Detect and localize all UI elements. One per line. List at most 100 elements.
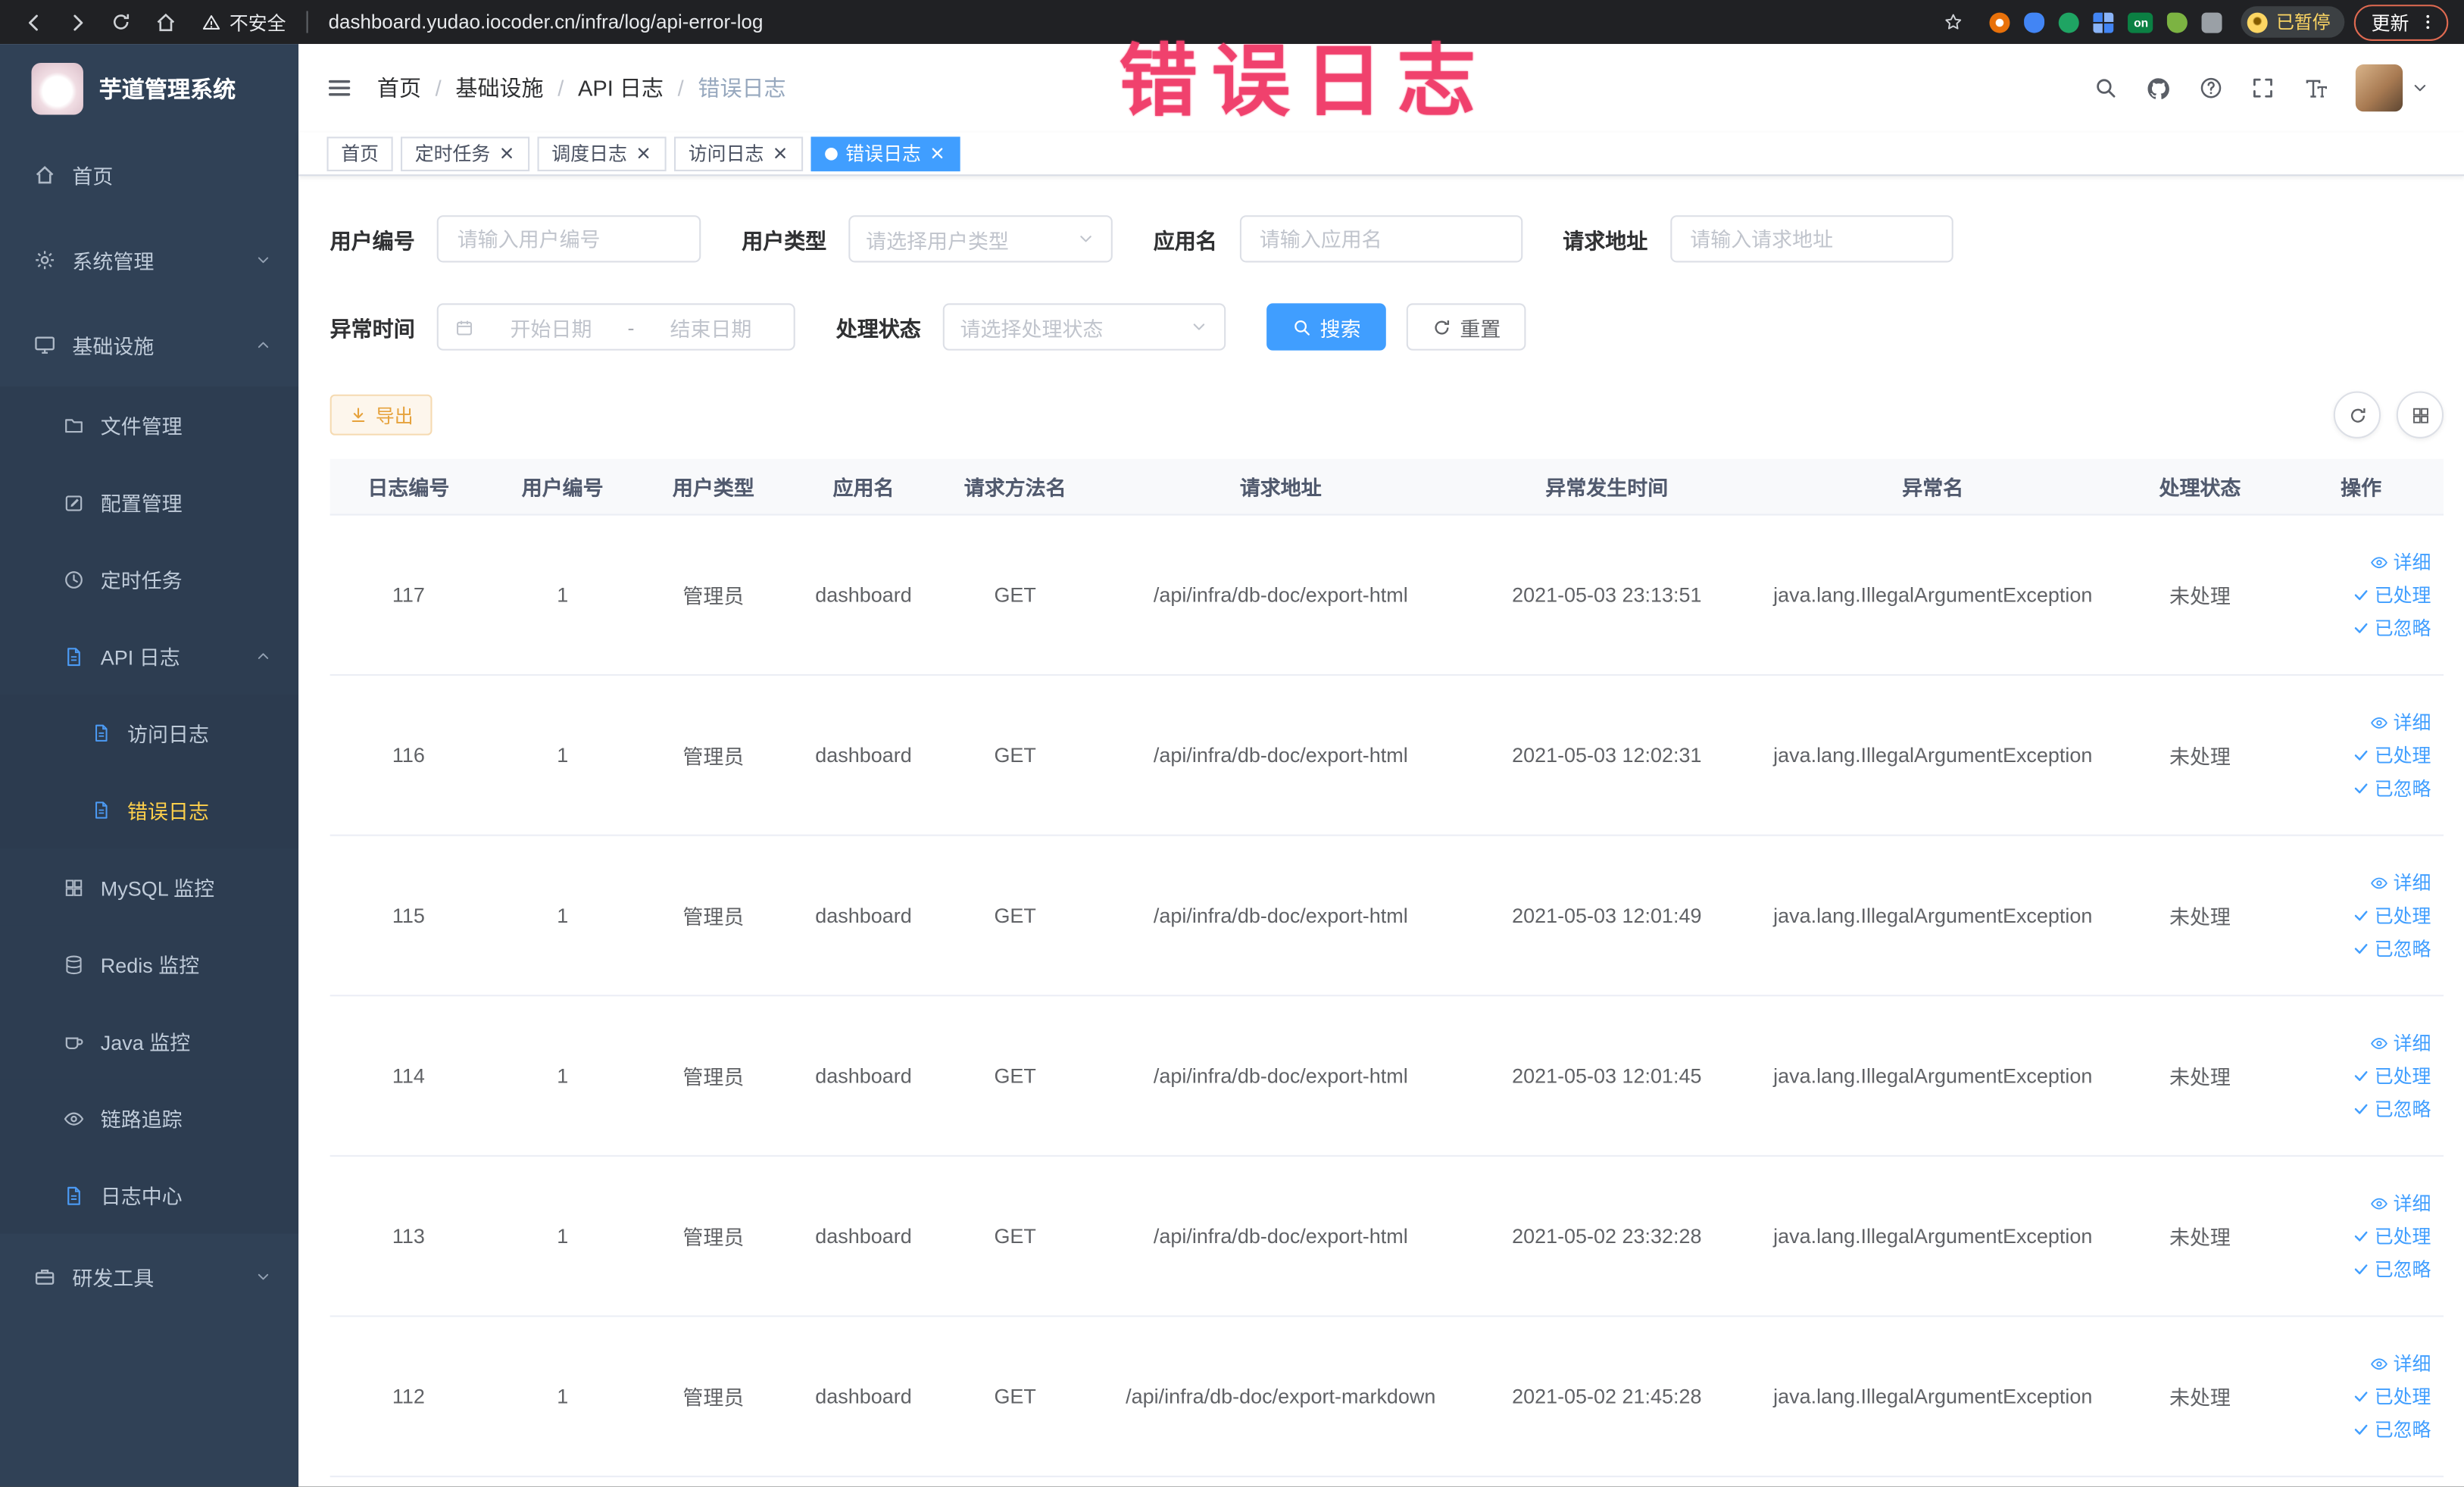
logo[interactable]: 芋道管理系统 [0, 44, 298, 132]
ignored-link[interactable]: 已忽略 [2353, 1416, 2431, 1442]
close-icon[interactable] [929, 145, 946, 162]
paused-badge[interactable]: 已暂停 [2241, 6, 2345, 38]
forward-icon[interactable] [60, 5, 95, 39]
sidebar-item-scheduled-jobs[interactable]: 定时任务 [0, 540, 299, 618]
extension-icon[interactable] [1990, 11, 2011, 33]
sidebar-item-label: 文件管理 [100, 414, 183, 439]
hamburger-icon[interactable] [325, 74, 353, 102]
security-warning[interactable]: 不安全 [201, 8, 286, 35]
request-url-field[interactable] [1669, 215, 1953, 263]
reload-icon[interactable] [104, 5, 139, 39]
tab-access-log[interactable]: 访问日志 [674, 136, 804, 171]
detail-link[interactable]: 详细 [2369, 1189, 2431, 1216]
close-icon[interactable] [498, 145, 516, 162]
sidebar-item-mysql-monitor[interactable]: MySQL 监控 [0, 848, 299, 926]
breadcrumb-item[interactable]: 首页 [377, 72, 421, 103]
breadcrumb-item[interactable]: API 日志 [578, 72, 664, 103]
detail-link[interactable]: 详细 [2369, 1029, 2431, 1056]
search-button[interactable]: 搜索 [1266, 303, 1386, 351]
tab-label: 定时任务 [414, 142, 491, 165]
sidebar-item-java-monitor[interactable]: Java 监控 [0, 1002, 299, 1080]
exception-time-range-picker[interactable]: 开始日期 - 结束日期 [436, 303, 795, 351]
detail-link[interactable]: 详细 [2369, 1350, 2431, 1376]
sidebar-item-dev-tools[interactable]: 研发工具 [0, 1234, 298, 1319]
update-button[interactable]: 更新 [2353, 4, 2449, 40]
star-icon[interactable] [1937, 5, 1972, 39]
check-icon [2353, 1067, 2370, 1085]
sidebar-item-config-mgmt[interactable]: 配置管理 [0, 464, 299, 541]
refresh-list-button[interactable] [2333, 391, 2381, 439]
request-url-input[interactable] [1687, 225, 1935, 252]
sidebar-item-home[interactable]: 首页 [0, 132, 298, 217]
sidebar-item-label: API 日志 [100, 645, 180, 670]
close-icon[interactable] [635, 145, 652, 162]
close-icon[interactable] [772, 145, 789, 162]
app-name-field[interactable] [1238, 215, 1522, 263]
cell-app-name: dashboard [815, 1064, 912, 1088]
cell-app-name: dashboard [815, 1384, 912, 1408]
breadcrumb-item[interactable]: 基础设施 [455, 72, 543, 103]
processed-link[interactable]: 已处理 [2353, 742, 2431, 768]
cell-actions: 详细 已处理 已忽略 [2278, 869, 2444, 961]
database-icon [63, 953, 85, 975]
sidebar-item-log-center[interactable]: 日志中心 [0, 1156, 299, 1234]
tab-dispatch-log[interactable]: 调度日志 [537, 136, 667, 171]
detail-link[interactable]: 详细 [2369, 869, 2431, 895]
ignored-link[interactable]: 已忽略 [2353, 1095, 2431, 1122]
home-icon[interactable] [148, 5, 183, 39]
processed-link[interactable]: 已处理 [2353, 1383, 2431, 1410]
processed-link[interactable]: 已处理 [2353, 582, 2431, 608]
processed-link[interactable]: 已处理 [2353, 1223, 2431, 1249]
extension-icon[interactable] [2202, 11, 2223, 33]
chevron-down-icon [255, 251, 272, 268]
cell-exception: java.lang.IllegalArgumentException [1773, 903, 2093, 928]
sidebar-item-access-log[interactable]: 访问日志 [0, 694, 299, 772]
avatar[interactable] [2355, 64, 2403, 112]
sidebar-item-error-log[interactable]: 错误日志 [0, 771, 299, 849]
sidebar-item-tracing[interactable]: 链路追踪 [0, 1079, 299, 1157]
sidebar-item-file-mgmt[interactable]: 文件管理 [0, 386, 299, 464]
divider [306, 11, 308, 33]
tab-scheduled-jobs[interactable]: 定时任务 [401, 136, 530, 171]
back-icon[interactable] [16, 5, 51, 39]
address-bar[interactable]: dashboard.yudao.iocoder.cn/infra/log/api… [329, 11, 1928, 33]
extension-icon[interactable] [2059, 11, 2080, 33]
font-size-icon[interactable] [2302, 75, 2328, 102]
user-id-field[interactable] [436, 215, 701, 263]
export-button[interactable]: 导出 [329, 394, 433, 436]
column-visibility-button[interactable] [2396, 391, 2444, 439]
process-status-select[interactable]: 请选择处理状态 [942, 303, 1226, 351]
user-menu[interactable] [2355, 64, 2430, 112]
ignored-link[interactable]: 已忽略 [2353, 775, 2431, 801]
extension-icon[interactable] [2025, 11, 2046, 33]
help-icon[interactable] [2198, 76, 2223, 101]
tab-home[interactable]: 首页 [326, 136, 393, 171]
github-icon[interactable] [2145, 75, 2172, 102]
sidebar-item-infra[interactable]: 基础设施 [0, 301, 298, 386]
detail-link[interactable]: 详细 [2369, 709, 2431, 736]
fullscreen-icon[interactable] [2250, 76, 2275, 101]
user-type-select[interactable]: 请选择用户类型 [848, 215, 1113, 263]
ignored-link[interactable]: 已忽略 [2353, 935, 2431, 961]
extension-on-badge[interactable]: on [2128, 11, 2154, 33]
tab-error-log[interactable]: 错误日志 [810, 136, 960, 171]
sidebar-item-redis-monitor[interactable]: Redis 监控 [0, 925, 299, 1003]
user-id-input[interactable] [454, 225, 684, 252]
search-icon[interactable] [2093, 76, 2118, 101]
processed-link[interactable]: 已处理 [2353, 902, 2431, 929]
ignored-link[interactable]: 已忽略 [2353, 1256, 2431, 1282]
processed-link[interactable]: 已处理 [2353, 1062, 2431, 1089]
page-content: 用户编号 用户类型 请选择用户类型 [298, 176, 2464, 1487]
detail-link[interactable]: 详细 [2369, 548, 2431, 575]
app-name-input[interactable] [1256, 225, 1505, 252]
ignored-link[interactable]: 已忽略 [2353, 614, 2431, 641]
eye-icon [63, 1107, 85, 1129]
col-user-id: 用户编号 [521, 476, 604, 500]
sidebar-item-system[interactable]: 系统管理 [0, 217, 298, 301]
extension-icon[interactable] [2094, 11, 2115, 33]
kebab-menu-icon[interactable] [2419, 13, 2437, 32]
col-exception: 异常名 [1902, 476, 1964, 500]
sidebar-item-api-log[interactable]: API 日志 [0, 617, 299, 695]
extension-icon[interactable] [2167, 11, 2188, 33]
reset-button[interactable]: 重置 [1406, 303, 1526, 351]
